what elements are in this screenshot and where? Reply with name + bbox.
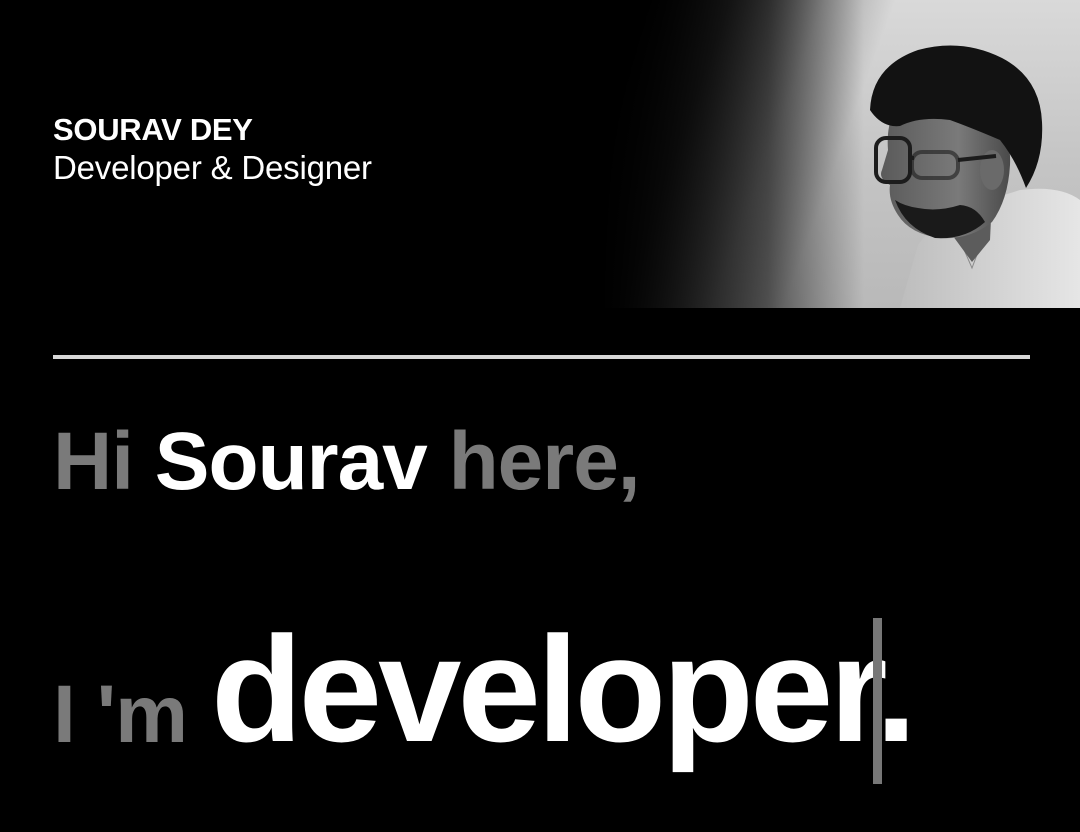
greeting-hi: Hi [53,416,134,507]
typed-role-word: developer. [211,605,917,773]
section-divider [53,355,1030,359]
typed-prefix: I 'm [53,669,188,760]
greeting-name: Sourav [154,416,428,507]
greeting-here: here, [448,416,641,507]
typing-cursor [873,618,882,784]
author-role: Developer & Designer [53,149,372,186]
identity-block: SOURAV DEY Developer & Designer [53,112,372,188]
portrait-photo [600,0,1080,308]
author-name: SOURAV DEY [53,112,253,147]
greeting-headline: Hi Sourav here, [53,414,641,510]
hero-page: SOURAV DEY Developer & Designer Hi Soura… [0,0,1080,832]
portrait-figure [600,0,1080,308]
